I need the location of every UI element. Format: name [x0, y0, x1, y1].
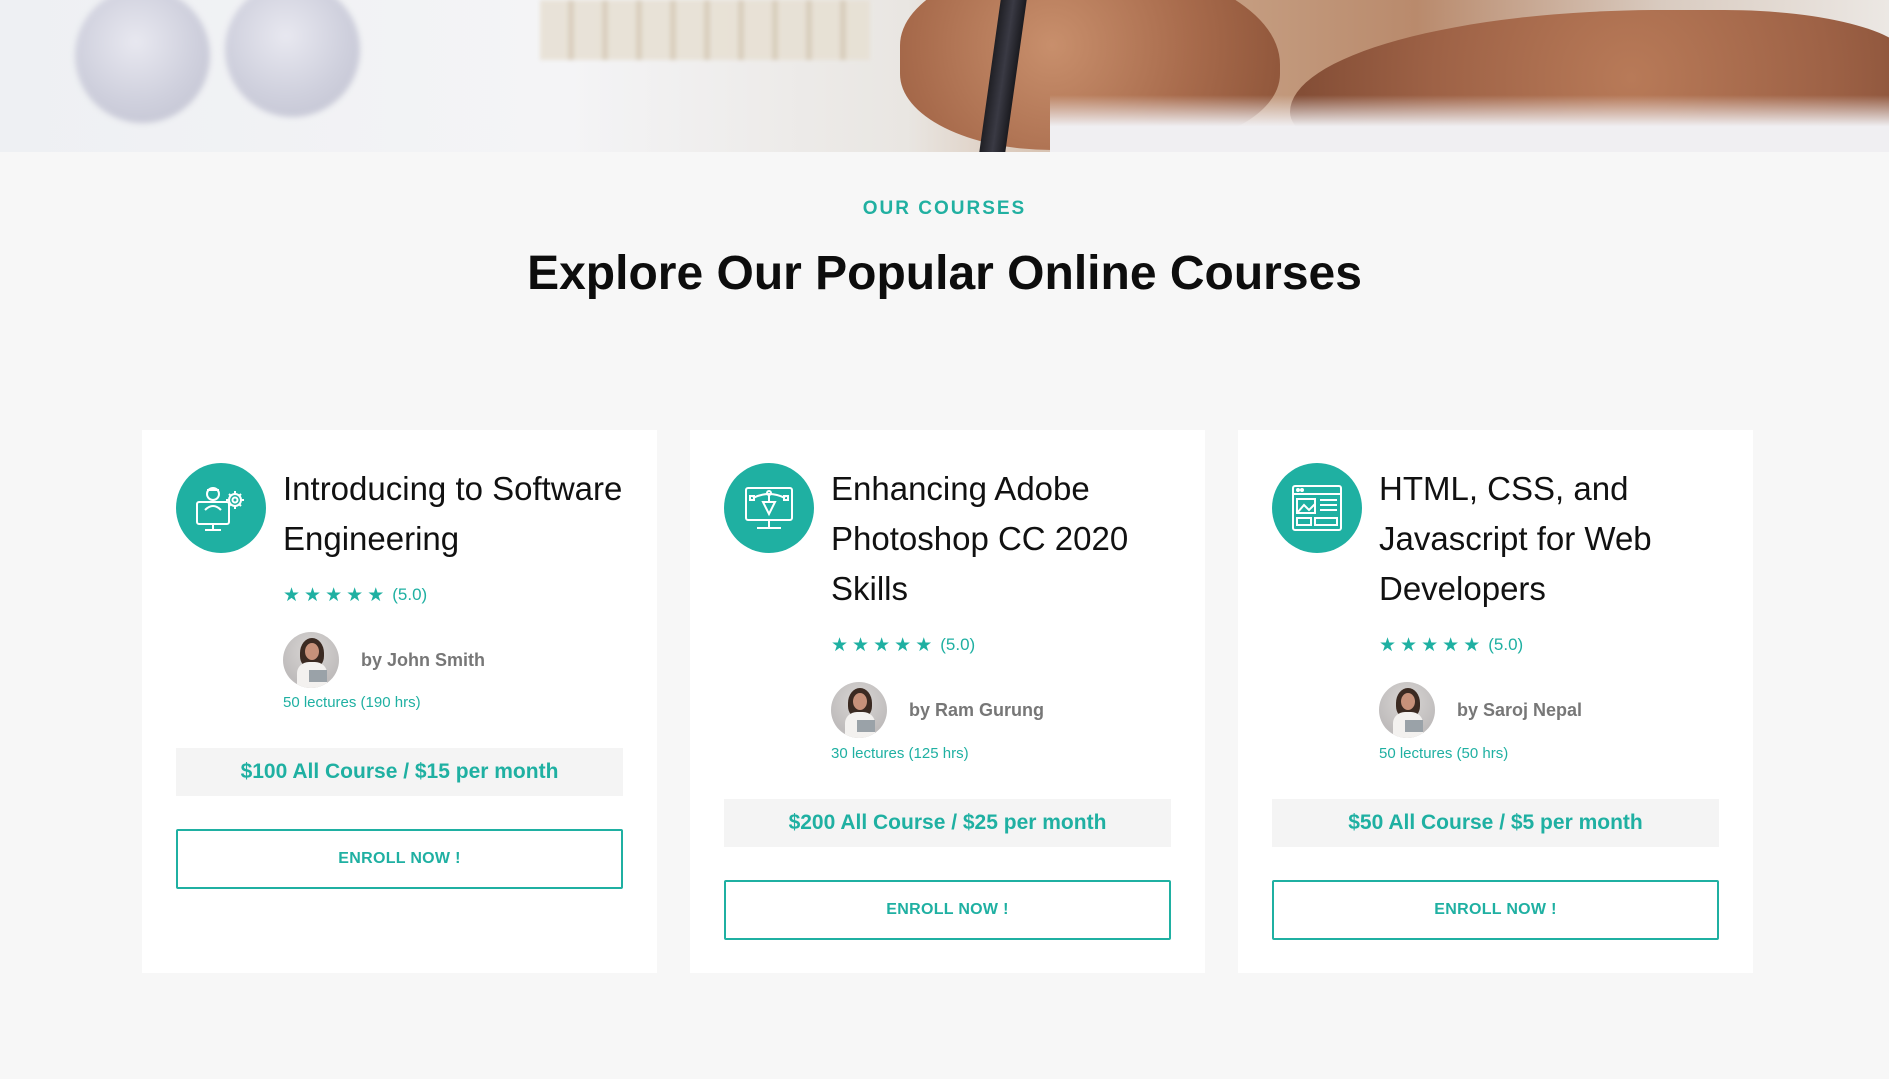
lecture-count: 50 lectures (50 hrs)	[1379, 745, 1509, 762]
star-icon: ★	[852, 634, 870, 656]
lecture-count: 50 lectures (190 hrs)	[283, 694, 421, 711]
course-title[interactable]: Introducing to Software Engineering	[283, 464, 628, 564]
course-author: by Saroj Nepal	[1379, 682, 1582, 738]
course-card: HTML, CSS, and Javascript for Web Develo…	[1238, 430, 1753, 973]
star-icon: ★	[283, 584, 301, 606]
enroll-button[interactable]: ENROLL NOW !	[176, 829, 623, 889]
architectural-model	[540, 0, 870, 60]
star-icon: ★	[1379, 634, 1397, 656]
star-icon: ★	[304, 584, 322, 606]
enroll-button[interactable]: ENROLL NOW !	[1272, 880, 1719, 940]
course-rating: ★ ★ ★ ★ ★ (5.0)	[831, 635, 975, 655]
course-card: Enhancing Adobe Photoshop CC 2020 Skills…	[690, 430, 1205, 973]
lecture-count: 30 lectures (125 hrs)	[831, 745, 969, 762]
avatar	[831, 682, 887, 738]
hero-banner-image	[0, 0, 1889, 152]
rating-score: (5.0)	[1488, 635, 1524, 654]
star-icon: ★	[1442, 634, 1460, 656]
course-title[interactable]: Enhancing Adobe Photoshop CC 2020 Skills	[831, 464, 1176, 614]
avatar	[1379, 682, 1435, 738]
enroll-button[interactable]: ENROLL NOW !	[724, 880, 1171, 940]
rating-score: (5.0)	[940, 635, 976, 654]
course-price: $200 All Course / $25 per month	[724, 799, 1171, 847]
star-icon: ★	[894, 634, 912, 656]
section-eyebrow: OUR COURSES	[862, 198, 1027, 219]
course-author: by John Smith	[283, 632, 485, 688]
course-title[interactable]: HTML, CSS, and Javascript for Web Develo…	[1379, 464, 1724, 614]
star-icon: ★	[346, 584, 364, 606]
section-heading: Explore Our Popular Online Courses	[527, 247, 1362, 300]
star-icon: ★	[1400, 634, 1418, 656]
avatar	[283, 632, 339, 688]
star-icon: ★	[873, 634, 891, 656]
course-author: by Ram Gurung	[831, 682, 1044, 738]
blueprint-roll-left	[75, 0, 210, 123]
design-monitor-icon	[724, 463, 814, 553]
star-icon: ★	[1463, 634, 1481, 656]
star-icon: ★	[325, 584, 343, 606]
engineer-gear-icon	[176, 463, 266, 553]
blueprint-roll-right	[225, 0, 360, 117]
rating-score: (5.0)	[392, 585, 428, 604]
author-name: by Ram Gurung	[909, 699, 1045, 720]
author-name: by Saroj Nepal	[1457, 699, 1583, 720]
course-price: $50 All Course / $5 per month	[1272, 799, 1719, 847]
star-icon: ★	[367, 584, 385, 606]
star-icon: ★	[1421, 634, 1439, 656]
web-layout-icon	[1272, 463, 1362, 553]
course-card: Introducing to Software Engineering ★ ★ …	[142, 430, 657, 973]
course-rating: ★ ★ ★ ★ ★ (5.0)	[283, 585, 427, 605]
star-icon: ★	[915, 634, 933, 656]
paper-sheet	[1050, 95, 1889, 152]
star-icon: ★	[831, 634, 849, 656]
author-name: by John Smith	[361, 649, 486, 670]
course-rating: ★ ★ ★ ★ ★ (5.0)	[1379, 635, 1523, 655]
course-price: $100 All Course / $15 per month	[176, 748, 623, 796]
